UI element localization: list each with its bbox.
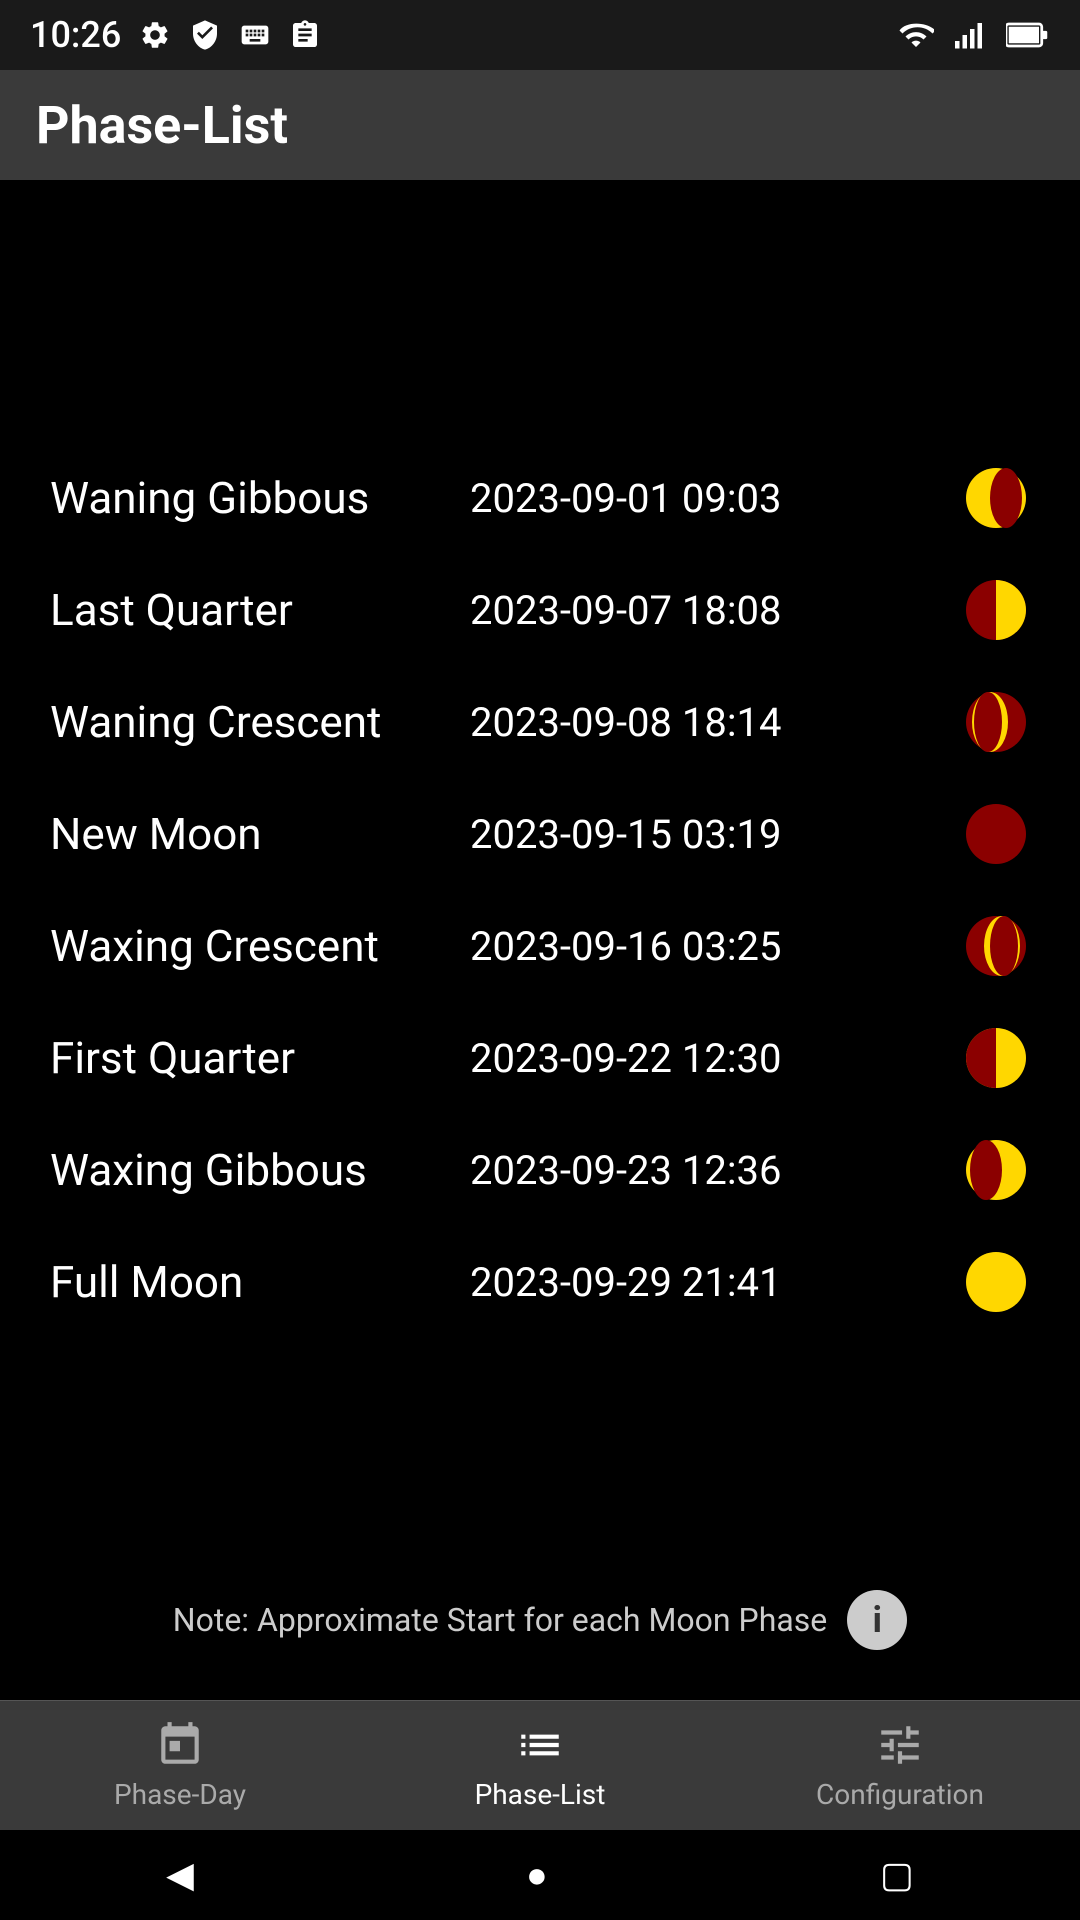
info-button[interactable]: i	[847, 1590, 907, 1650]
nav-phase-list[interactable]: Phase-List	[360, 1720, 720, 1811]
recents-button[interactable]: ▢	[880, 1854, 914, 1896]
nav-label-phase-day: Phase-Day	[114, 1778, 246, 1811]
phase-date: 2023-09-29 21:41	[470, 1259, 962, 1306]
nav-phase-day[interactable]: Phase-Day	[0, 1720, 360, 1811]
bottom-nav: Phase-Day Phase-List Configuration	[0, 1700, 1080, 1830]
phase-date: 2023-09-01 09:03	[470, 475, 962, 522]
moon-icon-waning-gibbous	[962, 464, 1030, 532]
phase-name: Waxing Gibbous	[50, 1144, 470, 1196]
list-icon	[515, 1720, 565, 1770]
note-text: Note: Approximate Start for each Moon Ph…	[173, 1601, 827, 1639]
phase-date: 2023-09-22 12:30	[470, 1035, 962, 1082]
phase-name: New Moon	[50, 808, 470, 860]
nav-configuration[interactable]: Configuration	[720, 1720, 1080, 1811]
moon-icon-full-moon	[962, 1248, 1030, 1316]
config-icon	[875, 1720, 925, 1770]
phase-name: Waxing Crescent	[50, 920, 470, 972]
moon-icon-new-moon	[962, 800, 1030, 868]
phase-date: 2023-09-16 03:25	[470, 923, 962, 970]
note-section: Note: Approximate Start for each Moon Ph…	[0, 1560, 1080, 1680]
moon-icon-first-quarter	[962, 1024, 1030, 1092]
calendar-icon	[155, 1720, 205, 1770]
keyboard-icon	[239, 19, 271, 51]
list-item[interactable]: Waning Crescent 2023-09-08 18:14	[50, 666, 1030, 778]
status-time: 10:26	[30, 14, 121, 56]
phase-name: Waning Crescent	[50, 696, 470, 748]
nav-label-phase-list: Phase-List	[475, 1778, 606, 1811]
list-item[interactable]: Last Quarter 2023-09-07 18:08	[50, 554, 1030, 666]
phase-date: 2023-09-08 18:14	[470, 699, 962, 746]
phase-date: 2023-09-15 03:19	[470, 811, 962, 858]
list-item[interactable]: First Quarter 2023-09-22 12:30	[50, 1002, 1030, 1114]
phase-date: 2023-09-07 18:08	[470, 587, 962, 634]
moon-icon-waning-crescent	[962, 688, 1030, 756]
phase-name: Last Quarter	[50, 584, 470, 636]
list-item[interactable]: Waxing Crescent 2023-09-16 03:25	[50, 890, 1030, 1002]
back-button[interactable]: ◀	[166, 1854, 194, 1896]
wifi-icon	[898, 17, 934, 53]
app-bar: Phase-List	[0, 70, 1080, 180]
list-item[interactable]: Waning Gibbous 2023-09-01 09:03	[50, 442, 1030, 554]
phase-list: Waning Gibbous 2023-09-01 09:03 Last Qua…	[0, 220, 1080, 1560]
home-button[interactable]: ●	[526, 1854, 548, 1896]
status-bar: 10:26	[0, 0, 1080, 70]
phase-name: Full Moon	[50, 1256, 470, 1308]
phase-name: Waning Gibbous	[50, 472, 470, 524]
gear-icon	[139, 19, 171, 51]
list-item[interactable]: New Moon 2023-09-15 03:19	[50, 778, 1030, 890]
phase-name: First Quarter	[50, 1032, 470, 1084]
clipboard-icon	[289, 19, 321, 51]
phase-date: 2023-09-23 12:36	[470, 1147, 962, 1194]
moon-icon-last-quarter	[962, 576, 1030, 644]
nav-label-configuration: Configuration	[816, 1778, 984, 1811]
battery-icon	[1006, 17, 1050, 53]
moon-icon-waxing-gibbous	[962, 1136, 1030, 1204]
list-item[interactable]: Full Moon 2023-09-29 21:41	[50, 1226, 1030, 1338]
main-content: Waning Gibbous 2023-09-01 09:03 Last Qua…	[0, 180, 1080, 1700]
android-nav: ◀ ● ▢	[0, 1830, 1080, 1920]
shield-icon	[189, 19, 221, 51]
moon-icon-waxing-crescent	[962, 912, 1030, 980]
list-item[interactable]: Waxing Gibbous 2023-09-23 12:36	[50, 1114, 1030, 1226]
signal-icon	[952, 17, 988, 53]
page-title: Phase-List	[36, 95, 288, 156]
